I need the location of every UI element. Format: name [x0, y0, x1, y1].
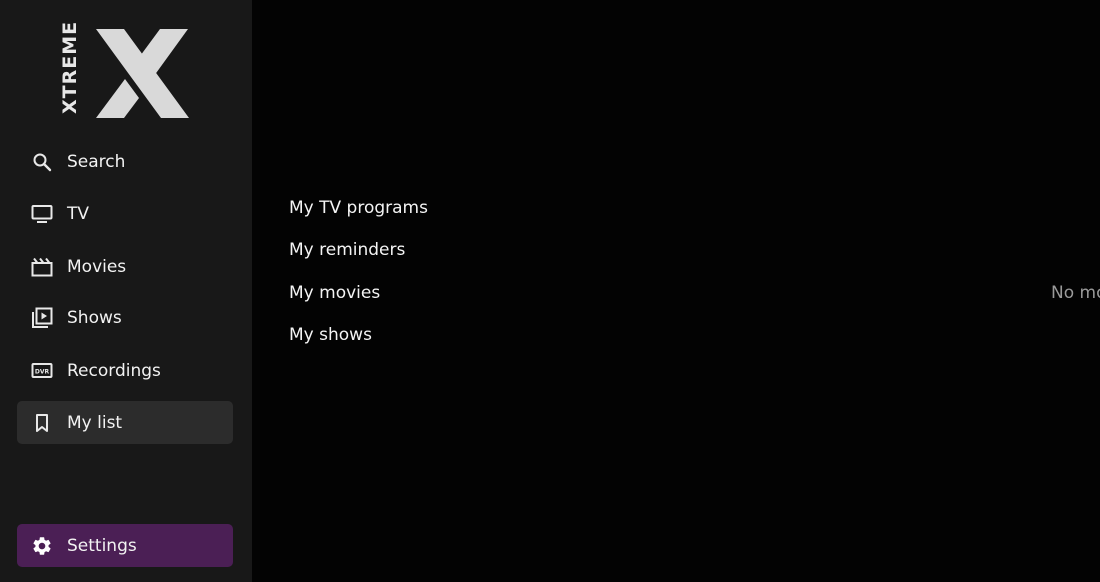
sidebar-item-label: Movies [67, 256, 127, 277]
empty-state-message: No mo [1051, 283, 1100, 303]
play-library-icon [31, 307, 53, 329]
dvr-icon: DVR [31, 360, 53, 382]
category-my-shows[interactable]: My shows [289, 314, 372, 356]
sidebar-item-label: My list [67, 412, 123, 433]
sidebar-item-label: Recordings [67, 360, 161, 381]
tv-icon [31, 203, 53, 225]
sidebar-item-label: Settings [67, 535, 137, 556]
sidebar-item-movies[interactable]: Movies [17, 245, 233, 288]
sidebar-item-tv[interactable]: TV [17, 192, 233, 235]
sidebar-item-recordings[interactable]: DVR Recordings [17, 349, 233, 392]
search-icon [31, 151, 53, 173]
sidebar-item-label: Search [67, 151, 126, 172]
sidebar: XTREME Search TV Movies Shows DVR Record… [0, 0, 252, 582]
sidebar-item-label: TV [67, 203, 90, 224]
sidebar-item-label: Shows [67, 307, 122, 328]
sidebar-item-search[interactable]: Search [17, 140, 233, 183]
svg-text:DVR: DVR [35, 368, 50, 375]
category-my-movies[interactable]: My movies [289, 272, 380, 314]
logo-wordmark: XTREME [59, 20, 81, 114]
category-my-reminders[interactable]: My reminders [289, 229, 405, 271]
xtreme-logo: XTREME [56, 20, 192, 120]
empty-state-area: No mo [860, 0, 1100, 582]
clapperboard-icon [31, 256, 53, 278]
category-my-tv-programs[interactable]: My TV programs [289, 187, 428, 229]
sidebar-item-my-list[interactable]: My list [17, 401, 233, 444]
bookmark-icon [31, 412, 53, 434]
gear-icon [31, 535, 53, 557]
x-logo-icon [96, 29, 189, 118]
sidebar-item-shows[interactable]: Shows [17, 296, 233, 339]
sidebar-item-settings[interactable]: Settings [17, 524, 233, 567]
